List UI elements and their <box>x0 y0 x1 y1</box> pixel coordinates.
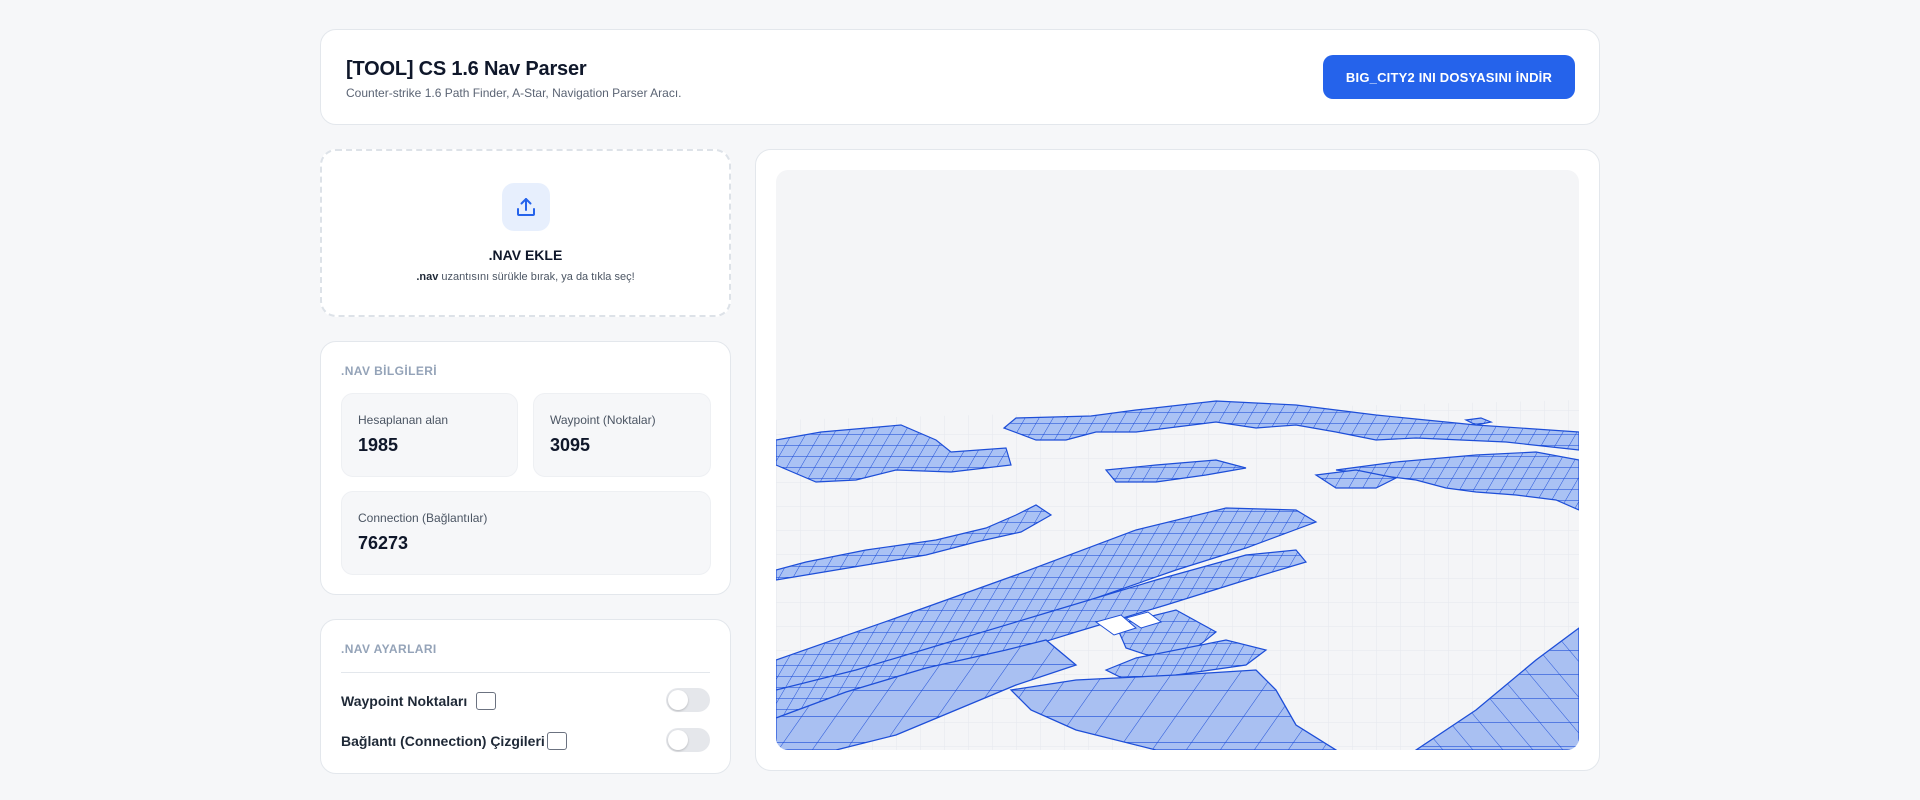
page-title: [TOOL] CS 1.6 Nav Parser <box>346 58 587 80</box>
waypoints-checkbox[interactable] <box>476 692 496 710</box>
setting-label: Bağlantı (Connection) Çizgileri <box>341 733 545 749</box>
stat-connections: Connection (Bağlantılar) 76273 <box>341 491 711 575</box>
upload-hint-text: uzantısını sürükle bırak, ya da tıkla se… <box>438 271 635 283</box>
toggle-knob <box>668 690 688 710</box>
stat-label: Connection (Bağlantılar) <box>358 511 488 525</box>
stat-value: 3095 <box>550 435 591 455</box>
upload-icon <box>502 183 550 231</box>
nav-mesh-render <box>776 400 1579 750</box>
connections-toggle[interactable] <box>666 728 710 752</box>
setting-connections: Bağlantı (Connection) Çizgileri <box>341 728 710 754</box>
waypoints-toggle[interactable] <box>666 688 710 712</box>
nav-settings-card: .NAV AYARLARI Waypoint Noktaları Bağlant… <box>320 619 731 774</box>
settings-divider <box>341 672 710 673</box>
viewer-card <box>755 149 1600 771</box>
page-subtitle: Counter-strike 1.6 Path Finder, A-Star, … <box>346 86 682 100</box>
stat-label: Waypoint (Noktalar) <box>550 413 656 427</box>
nav-mesh-3d-viewport[interactable] <box>776 170 1579 750</box>
upload-hint: .nav uzantısını sürükle bırak, ya da tık… <box>322 271 729 283</box>
nav-info-card: .NAV BİLGİLERİ Hesaplanan alan 1985 Wayp… <box>320 341 731 595</box>
upload-hint-extension: .nav <box>416 271 439 283</box>
stat-label: Hesaplanan alan <box>358 413 449 427</box>
stat-value: 76273 <box>358 533 409 553</box>
toggle-knob <box>668 730 688 750</box>
stat-value: 1985 <box>358 435 399 455</box>
upload-title: .NAV EKLE <box>488 247 563 263</box>
nav-settings-title: .NAV AYARLARI <box>341 642 437 656</box>
nav-upload-dropzone[interactable]: .NAV EKLE .nav uzantısını sürükle bırak,… <box>320 149 731 317</box>
setting-label: Waypoint Noktaları <box>341 693 468 709</box>
connections-checkbox[interactable] <box>547 732 567 750</box>
download-ini-button[interactable]: BIG_CITY2 INI DOSYASINI İNDİR <box>1323 55 1575 99</box>
header-card: [TOOL] CS 1.6 Nav Parser Counter-strike … <box>320 29 1600 125</box>
nav-info-title: .NAV BİLGİLERİ <box>341 364 438 378</box>
stat-area: Hesaplanan alan 1985 <box>341 393 518 477</box>
stat-waypoints: Waypoint (Noktalar) 3095 <box>533 393 711 477</box>
setting-waypoints: Waypoint Noktaları <box>341 688 710 714</box>
